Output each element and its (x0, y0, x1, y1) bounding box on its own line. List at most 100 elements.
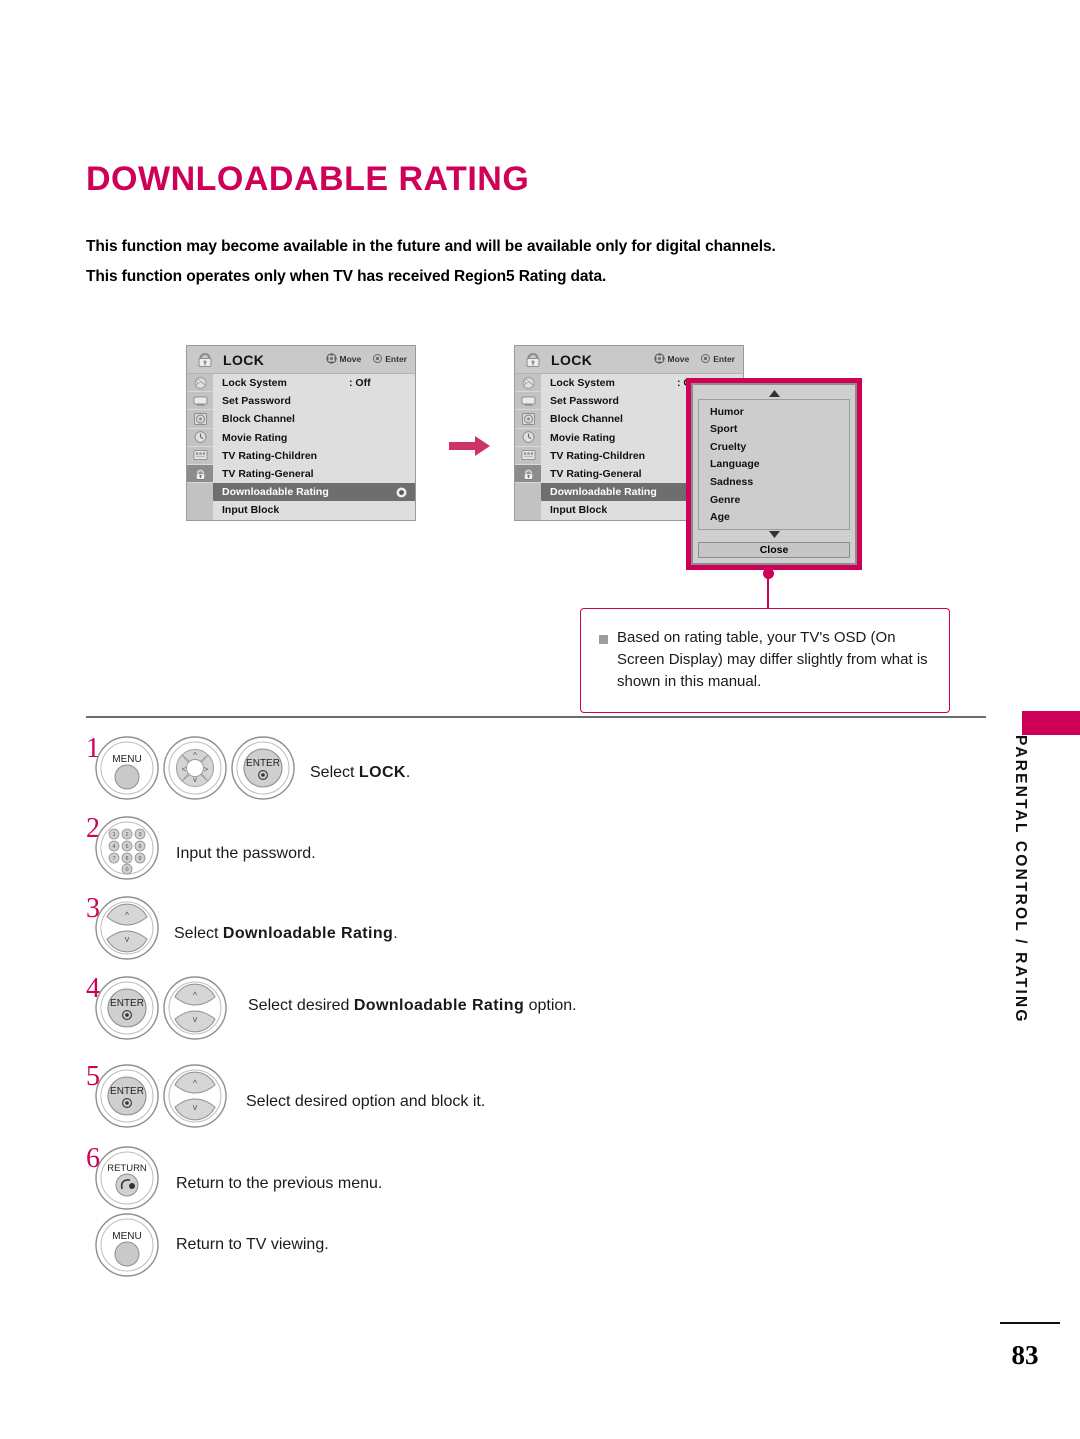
option-icon[interactable] (515, 447, 541, 465)
side-tab-block (1022, 711, 1080, 735)
osd-item-label: TV Rating-General (222, 468, 314, 481)
page-title: DOWNLOADABLE RATING (86, 160, 530, 198)
svg-text:MENU: MENU (112, 1231, 141, 1242)
time-icon[interactable] (515, 429, 541, 447)
hint-move-label: Move (667, 353, 690, 364)
up-down-button[interactable]: ^ v (162, 975, 228, 1041)
osd-item-input-block[interactable]: Input Block (213, 501, 415, 519)
hint-enter: Enter (373, 354, 407, 364)
osd-item-block-channel[interactable]: Block Channel (213, 410, 415, 428)
step-3-text: Select Downloadable Rating. (174, 923, 398, 944)
svg-text:>: > (204, 765, 209, 774)
svg-text:ENTER: ENTER (110, 1086, 144, 1097)
section-divider (86, 716, 986, 718)
step-1-buttons: MENU ^ v < > ENTER (94, 735, 296, 801)
osd-item-set-password[interactable]: Set Password (213, 392, 415, 410)
step-4-text: Select desired Downloadable Rating optio… (248, 995, 577, 1016)
time-icon[interactable] (187, 429, 213, 447)
step-1-text: Select LOCK. (310, 762, 410, 783)
screen-icon[interactable] (515, 392, 541, 411)
note-box: Based on rating table, your TV's OSD (On… (580, 608, 950, 713)
svg-text:3: 3 (138, 832, 141, 838)
osd-header: LOCK Move Enter (187, 346, 415, 374)
svg-text:<: < (182, 765, 187, 774)
list-item[interactable]: Language (710, 456, 849, 474)
step-5: 5 ENTER ^ v Select desired option and bl… (86, 1063, 485, 1129)
picture-icon[interactable] (515, 374, 541, 393)
up-down-button[interactable]: ^ v (94, 895, 160, 961)
scroll-down-arrow-icon[interactable] (698, 530, 850, 540)
list-item[interactable]: Genre (710, 492, 849, 510)
intro-line-2: This function operates only when TV has … (86, 268, 607, 285)
svg-text:ENTER: ENTER (110, 998, 144, 1009)
step-text-prefix: Select (174, 925, 223, 942)
osd-item-label: TV Rating-Children (550, 449, 646, 462)
option-icon[interactable] (187, 447, 213, 465)
return-button[interactable]: RETURN (94, 1145, 160, 1211)
step-2-buttons: 1 2 3 4 5 6 7 8 9 0 (94, 815, 160, 881)
enter-button[interactable]: ENTER (230, 735, 296, 801)
osd-hints: Move Enter (653, 353, 735, 364)
osd-item-label: Downloadable Rating (550, 486, 657, 499)
dpad-icon (325, 353, 337, 364)
svg-text:9: 9 (138, 856, 141, 862)
osd-item-label: Lock System (550, 377, 615, 390)
svg-text:v: v (193, 775, 197, 784)
hint-move-label: Move (339, 353, 362, 364)
step-2-text: Input the password. (176, 843, 316, 864)
osd-item-tv-rating-children[interactable]: TV Rating-Children (213, 447, 415, 465)
enter-dot-icon (373, 354, 383, 363)
osd-title: LOCK (551, 351, 593, 368)
enter-button[interactable]: ENTER (94, 975, 160, 1041)
step-text-prefix: Return to TV viewing. (176, 1236, 329, 1253)
osd-item-movie-rating[interactable]: Movie Rating (213, 429, 415, 447)
step-text-prefix: Select desired (248, 997, 354, 1014)
close-button[interactable]: Close (698, 542, 850, 558)
svg-text:^: ^ (193, 751, 197, 760)
list-item[interactable]: Cruelty (710, 439, 849, 457)
downloadable-rating-dropdown: Humor Sport Cruelty Language Sadness Gen… (686, 378, 862, 570)
intro-line-1: This function may become available in th… (86, 238, 776, 255)
svg-text:8: 8 (125, 856, 128, 862)
audio-icon[interactable] (515, 410, 541, 429)
page-number: 83 (1011, 1340, 1039, 1370)
lock-icon-sidebar[interactable] (515, 464, 541, 484)
enter-dot-icon (396, 487, 407, 501)
osd-item-label: TV Rating-Children (222, 449, 318, 462)
number-keypad-button[interactable]: 1 2 3 4 5 6 7 8 9 0 (94, 815, 160, 881)
hint-enter: Enter (701, 354, 735, 364)
list-item[interactable]: Sadness (710, 474, 849, 492)
menu-button[interactable]: MENU (94, 1212, 160, 1278)
screen-icon[interactable] (187, 392, 213, 411)
osd-header: LOCK Move Enter (515, 346, 743, 374)
dpad-icon (653, 353, 665, 364)
osd-item-label: Block Channel (222, 413, 295, 426)
up-down-button[interactable]: ^ v (162, 1063, 228, 1129)
svg-text:5: 5 (125, 844, 128, 850)
step-4: 4 ENTER ^ v Select desired Downloadable … (86, 975, 577, 1041)
audio-icon[interactable] (187, 410, 213, 429)
menu-button[interactable]: MENU (94, 735, 160, 801)
svg-text:1: 1 (112, 832, 115, 838)
step-7: MENU Return to TV viewing. (86, 1212, 329, 1278)
enter-button[interactable]: ENTER (94, 1063, 160, 1129)
osd-item-lock-system[interactable]: Lock System : Off (213, 374, 415, 392)
side-tab-label: PARENTAL CONTROL / RATING (1012, 735, 1029, 1024)
scroll-up-arrow-icon[interactable] (698, 389, 850, 399)
osd-item-label: Block Channel (550, 413, 623, 426)
list-item[interactable]: Sport (710, 421, 849, 439)
step-text-prefix: Select (310, 764, 359, 781)
step-text-bold: LOCK (358, 764, 406, 781)
osd-lock-menu-before: LOCK Move Enter Lock System: Off Set Pa… (186, 345, 416, 521)
picture-icon[interactable] (187, 374, 213, 393)
list-item[interactable]: Humor (710, 404, 849, 422)
lock-icon-sidebar[interactable] (187, 464, 213, 484)
osd-item-downloadable-rating[interactable]: Downloadable Rating (213, 483, 415, 502)
flow-arrow-icon (449, 435, 491, 462)
osd-item-tv-rating-general[interactable]: TV Rating-General (213, 465, 415, 483)
dpad-button[interactable]: ^ v < > (162, 735, 228, 801)
osd-icon-column (187, 374, 213, 520)
svg-text:MENU: MENU (112, 754, 141, 765)
note-text: Based on rating table, your TV's OSD (On… (617, 629, 928, 690)
list-item[interactable]: Age (710, 509, 849, 527)
